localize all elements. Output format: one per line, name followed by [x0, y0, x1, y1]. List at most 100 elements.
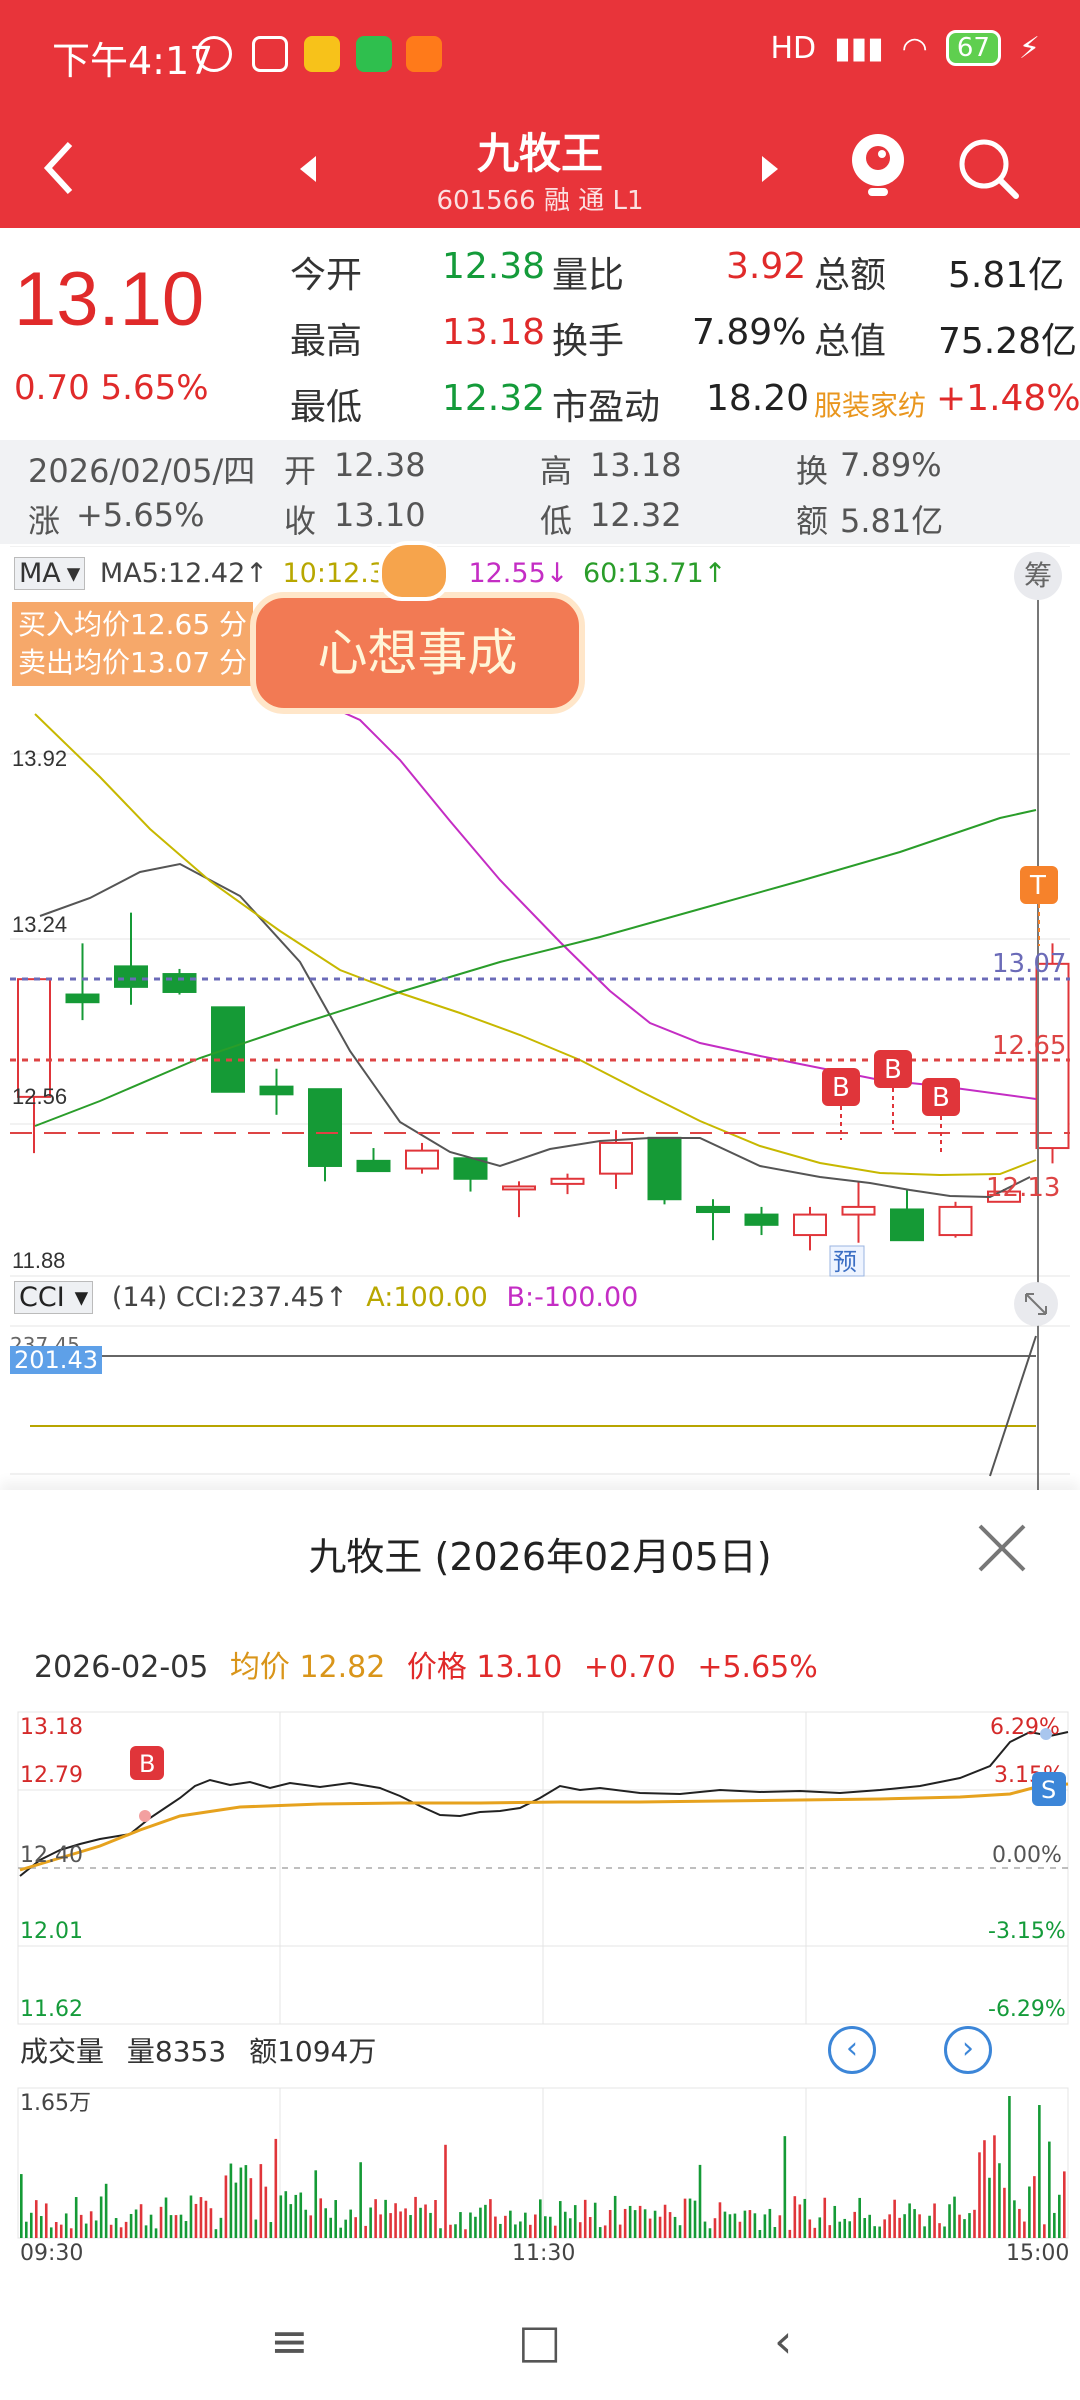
- volume-bar: [748, 2210, 752, 2238]
- menu-icon[interactable]: ≡: [270, 2314, 309, 2368]
- volume-bar: [299, 2192, 303, 2238]
- volume-bar: [658, 2216, 662, 2238]
- volume-bar: [179, 2214, 183, 2238]
- kline-chart-area[interactable]: 13.92 13.24 12.56 11.88 13.07 12.65 12.1…: [0, 541, 1080, 1490]
- ma5-line: [39, 862, 1031, 1199]
- quote-value: 7.89%: [692, 312, 807, 353]
- charging-icon: ⚡: [1018, 30, 1040, 66]
- volume-bar: [499, 2223, 502, 2238]
- candle-body: [647, 1136, 682, 1201]
- nav-bar: 九牧王 601566 融 通 L1: [0, 108, 1080, 228]
- prev-day-button[interactable]: ‹: [828, 2026, 876, 2074]
- buy-signal-marker[interactable]: B: [922, 1078, 960, 1154]
- chip-distribution-button[interactable]: 筹: [1014, 552, 1062, 600]
- volume-bar: [653, 2210, 657, 2238]
- search-icon[interactable]: [956, 136, 1020, 200]
- candle-body: [793, 1213, 827, 1237]
- buy-avg-label: 12.65: [992, 1031, 1066, 1061]
- volume-bar: [344, 2219, 347, 2238]
- system-nav-bar: ≡ □ ‹: [0, 2270, 1080, 2400]
- volume-bar: [544, 2216, 547, 2238]
- quote-label: 今开: [290, 255, 363, 296]
- volume-bar: [1053, 2212, 1056, 2238]
- volume-bar: [409, 2215, 412, 2238]
- volume-bar: [74, 2197, 78, 2238]
- volume-bar: [613, 2195, 617, 2238]
- home-icon[interactable]: □: [518, 2314, 561, 2368]
- volume-legend: 成交量 量8353 额1094万: [20, 2030, 390, 2070]
- volume-bar: [199, 2197, 203, 2238]
- svg-text:B: B: [832, 1073, 850, 1103]
- volume-bar: [788, 2229, 792, 2238]
- assistant-icon[interactable]: [848, 130, 908, 200]
- kline-info-bar: 2026/02/05/四 开 12.38 高 13.18 换 7.89% 涨 +…: [0, 440, 1080, 544]
- volume-bar: [384, 2199, 387, 2238]
- volume-bar: [389, 2213, 392, 2238]
- volume-bar: [963, 2219, 966, 2238]
- intraday-buy-marker[interactable]: B: [130, 1746, 164, 1822]
- intraday-chart[interactable]: 13.18 12.79 12.40 12.01 11.62 6.29% 3.15…: [0, 1490, 1080, 2270]
- volume-bar: [793, 2196, 797, 2238]
- volume-bar: [129, 2213, 133, 2238]
- time-start: 09:30: [20, 2241, 83, 2266]
- volume-bar: [818, 2217, 822, 2238]
- quote-label: 最高: [290, 321, 363, 362]
- next-stock-icon[interactable]: [758, 154, 782, 184]
- next-day-button[interactable]: ›: [944, 2026, 992, 2074]
- intraday-popup: 九牧王 (2026年02月05日) 2026-02-05 均价 12.82 价格…: [0, 1490, 1080, 2270]
- volume-bar: [1038, 2105, 1041, 2238]
- volume-bar: [763, 2214, 767, 2238]
- volume-bar: [204, 2200, 208, 2238]
- candle-body: [405, 1149, 439, 1170]
- volume-bar: [688, 2198, 692, 2238]
- expand-icon[interactable]: [1014, 1282, 1058, 1326]
- volume-bar: [898, 2217, 901, 2238]
- wechat-icon: [356, 36, 392, 72]
- intraday-right-axis: -6.29%: [988, 1997, 1066, 2022]
- volume-bar: [833, 2205, 837, 2238]
- industry-label[interactable]: 服装家纺: [814, 384, 926, 424]
- volume-bar: [673, 2216, 677, 2238]
- volume-bar: [379, 2214, 382, 2238]
- volume-bar: [603, 2225, 607, 2238]
- volume-bar: [1023, 2221, 1026, 2238]
- ma-selector[interactable]: MA ▾: [14, 557, 86, 590]
- intraday-avg-line: [19, 1782, 1069, 1872]
- volume-bar: [504, 2215, 507, 2238]
- volume-bar: [394, 2203, 397, 2238]
- buy-signal-marker[interactable]: B: [874, 1050, 912, 1130]
- candle-body: [890, 1208, 924, 1242]
- volume-bar: [134, 2209, 138, 2238]
- candle-body: [308, 1088, 342, 1167]
- volume-bar: [189, 2195, 193, 2238]
- volume-bar: [289, 2204, 293, 2238]
- volume-bar: [703, 2221, 707, 2238]
- cci-line: [989, 1335, 1037, 1477]
- volume-bar: [49, 2227, 53, 2238]
- volume-bar: [534, 2214, 537, 2238]
- svg-text:预: 预: [833, 1248, 857, 1276]
- buy-signal-marker[interactable]: B: [822, 1068, 860, 1140]
- quote-value: 13.18: [442, 312, 546, 353]
- volume-bar: [84, 2223, 88, 2238]
- volume-bar: [798, 2204, 802, 2238]
- volume-bar: [593, 2202, 597, 2238]
- volume-bar: [424, 2204, 427, 2238]
- intraday-left-axis: 12.79: [20, 1763, 83, 1788]
- battery-icon: 67: [945, 30, 1001, 66]
- promo-banner[interactable]: 心想事成: [250, 592, 585, 714]
- candle-body: [17, 978, 51, 1098]
- forecast-marker[interactable]: 预: [829, 1245, 865, 1277]
- volume-bar: [598, 2227, 602, 2238]
- volume-bar: [973, 2209, 976, 2238]
- volume-bar: [79, 2214, 83, 2238]
- cci-selector[interactable]: CCI ▾: [14, 1281, 94, 1314]
- volume-bar: [449, 2224, 452, 2238]
- ma20-value: 12.55↓: [468, 558, 569, 589]
- industry-change: +1.48%: [936, 378, 1080, 419]
- back-nav-icon[interactable]: ‹: [774, 2314, 792, 2368]
- intraday-price-line: [19, 1730, 1069, 1877]
- volume-bar: [893, 2199, 896, 2238]
- volume-bar: [354, 2217, 357, 2238]
- volume-bar: [114, 2218, 118, 2238]
